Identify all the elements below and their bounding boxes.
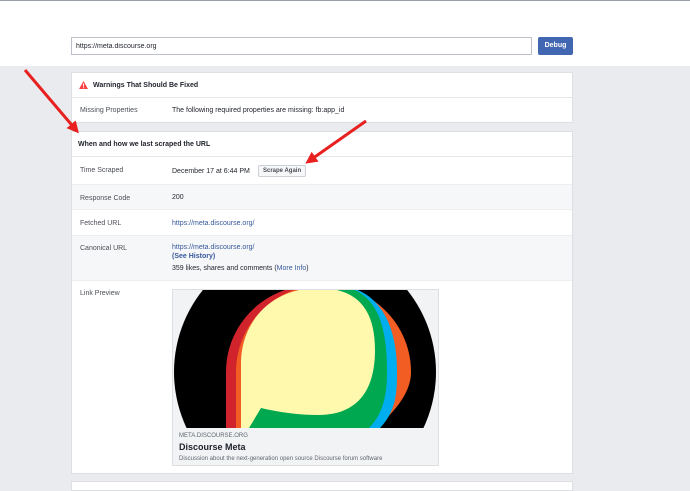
time-scraped-value: December 17 at 6:44 PM xyxy=(172,168,250,175)
scrape-info-header: When and how we last scraped the URL xyxy=(72,132,572,157)
scrape-again-button[interactable]: Scrape Again xyxy=(258,165,307,177)
red-arrow-icon xyxy=(23,69,79,134)
canonical-url-row: Canonical URL https://meta.discourse.org… xyxy=(72,236,572,281)
discourse-logo-image xyxy=(173,290,438,428)
scrape-info-title: When and how we last scraped the URL xyxy=(78,141,211,148)
likes-text: 359 likes, shares and comments ( xyxy=(172,265,277,272)
link-preview-row: Link Preview META.DISCOURSE.ORG Discours… xyxy=(72,281,572,473)
missing-properties-value: The following required properties are mi… xyxy=(172,107,345,114)
canonical-url-label: Canonical URL xyxy=(80,245,128,252)
missing-properties-label: Missing Properties xyxy=(80,107,138,114)
warning-triangle-icon xyxy=(79,81,88,89)
fetched-url-label: Fetched URL xyxy=(80,220,122,227)
time-scraped-label: Time Scraped xyxy=(80,167,124,174)
warnings-card: Warnings That Should Be Fixed Missing Pr… xyxy=(71,72,573,123)
see-history-link[interactable]: (See History) xyxy=(172,252,215,261)
warnings-title: Warnings That Should Be Fixed xyxy=(93,82,199,89)
response-code-row: Response Code 200 xyxy=(72,185,572,210)
time-scraped-row: Time Scraped December 17 at 6:44 PM Scra… xyxy=(72,157,572,185)
response-code-value: 200 xyxy=(172,194,184,201)
link-preview-card[interactable]: META.DISCOURSE.ORG Discourse Meta Discus… xyxy=(172,289,439,466)
likes-close: ) xyxy=(306,265,309,272)
debug-button[interactable]: Debug xyxy=(538,37,573,55)
preview-domain: META.DISCOURSE.ORG xyxy=(179,433,248,439)
warnings-header: Warnings That Should Be Fixed xyxy=(72,73,572,98)
more-info-link[interactable]: More Info xyxy=(277,265,307,272)
canonical-url-link[interactable]: https://meta.discourse.org/ xyxy=(172,243,254,252)
fetched-url-row: Fetched URL https://meta.discourse.org/ xyxy=(72,210,572,236)
top-bar: Debug xyxy=(0,0,690,66)
next-section-card xyxy=(71,481,573,491)
preview-description: Discussion about the next-generation ope… xyxy=(179,456,383,462)
link-preview-label: Link Preview xyxy=(80,290,120,297)
response-code-label: Response Code xyxy=(80,195,131,202)
missing-properties-row: Missing Properties The following require… xyxy=(72,98,572,123)
preview-title: Discourse Meta xyxy=(179,442,246,452)
url-input[interactable] xyxy=(71,37,532,55)
scrape-info-card: When and how we last scraped the URL Tim… xyxy=(71,131,573,474)
likes-summary: 359 likes, shares and comments (More Inf… xyxy=(172,264,309,273)
fetched-url-link[interactable]: https://meta.discourse.org/ xyxy=(172,219,254,228)
